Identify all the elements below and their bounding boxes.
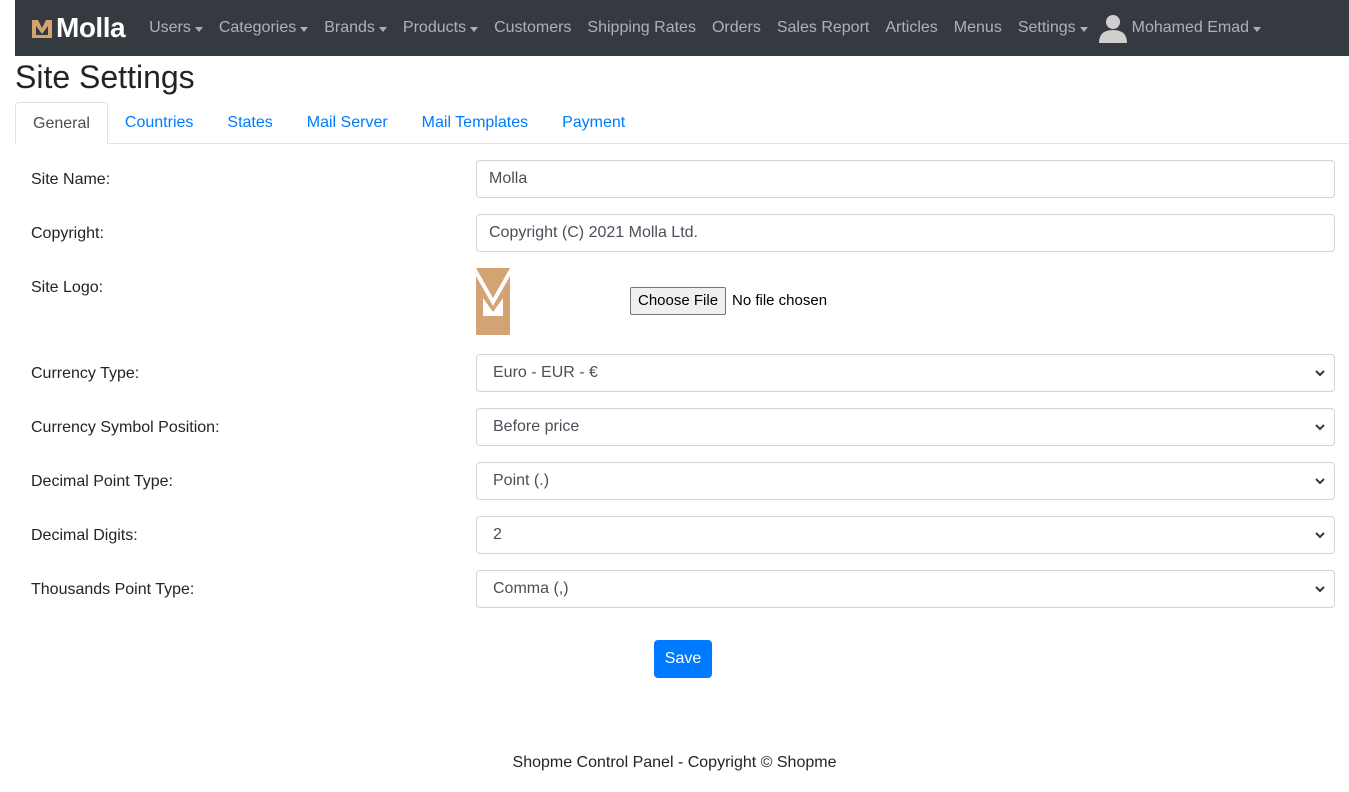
thousands-point-label: Thousands Point Type: bbox=[31, 581, 195, 598]
nav-menus-label: Menus bbox=[953, 19, 1002, 36]
nav-articles[interactable]: Articles bbox=[877, 19, 945, 37]
thousands-point-value: Comma (,) bbox=[493, 580, 569, 597]
molla-logo-icon bbox=[32, 20, 52, 38]
chevron-down-icon bbox=[1315, 478, 1325, 485]
brand-link[interactable]: Molla bbox=[31, 12, 126, 44]
page-title: Site Settings bbox=[15, 59, 195, 95]
nav-orders-label: Orders bbox=[711, 19, 761, 36]
decimal-digits-label: Decimal Digits: bbox=[31, 527, 138, 544]
copyright-label: Copyright: bbox=[31, 225, 104, 242]
currency-type-label: Currency Type: bbox=[31, 365, 140, 382]
nav-sales-report-label: Sales Report bbox=[776, 19, 870, 36]
nav-settings[interactable]: Settings bbox=[1010, 19, 1096, 37]
tab-countries[interactable]: Countries bbox=[108, 102, 210, 143]
caret-down-icon bbox=[1253, 26, 1262, 32]
nav-products-label: Products bbox=[402, 19, 467, 36]
decimal-point-select[interactable]: Point (.) bbox=[476, 462, 1335, 500]
thousands-point-select[interactable]: Comma (,) bbox=[476, 570, 1335, 608]
site-name-label: Site Name: bbox=[31, 171, 111, 188]
site-logo-row: Site Logo: Choose File No file chosen bbox=[31, 268, 1335, 335]
currency-type-value: Euro - EUR - € bbox=[493, 364, 598, 381]
symbol-position-label: Currency Symbol Position: bbox=[31, 419, 220, 436]
decimal-point-value: Point (.) bbox=[493, 472, 550, 489]
choose-file-button[interactable]: Choose File bbox=[630, 287, 727, 315]
tab-general[interactable]: General bbox=[15, 102, 108, 144]
symbol-position-value: Before price bbox=[493, 418, 580, 435]
nav-products[interactable]: Products bbox=[395, 19, 486, 37]
nav-categories[interactable]: Categories bbox=[211, 19, 316, 37]
settings-tabs: General Countries States Mail Server Mai… bbox=[15, 102, 1349, 144]
decimal-digits-value: 2 bbox=[493, 526, 502, 543]
tab-mail-server[interactable]: Mail Server bbox=[290, 102, 405, 143]
chevron-down-icon bbox=[1315, 424, 1325, 431]
nav-customers[interactable]: Customers bbox=[486, 19, 579, 37]
nav-shipping-rates-label: Shipping Rates bbox=[587, 19, 696, 36]
brand-name: Molla bbox=[56, 12, 126, 43]
top-navbar: Molla Users Categories Brands Products C… bbox=[15, 0, 1349, 56]
caret-down-icon bbox=[470, 26, 479, 32]
chevron-down-icon bbox=[1315, 586, 1325, 593]
thousands-point-row: Thousands Point Type: Comma (,) bbox=[31, 570, 1335, 608]
tab-states[interactable]: States bbox=[210, 102, 289, 143]
nav-shipping-rates[interactable]: Shipping Rates bbox=[579, 19, 704, 37]
site-logo-preview bbox=[476, 268, 510, 335]
user-avatar-icon bbox=[1098, 15, 1127, 43]
symbol-position-row: Currency Symbol Position: Before price bbox=[31, 408, 1335, 446]
caret-down-icon bbox=[1079, 26, 1088, 32]
save-button[interactable]: Save bbox=[654, 640, 712, 678]
nav-brands-label: Brands bbox=[324, 19, 375, 36]
caret-down-icon bbox=[300, 26, 309, 32]
nav-settings-label: Settings bbox=[1017, 19, 1076, 36]
decimal-digits-select[interactable]: 2 bbox=[476, 516, 1335, 554]
nav-categories-label: Categories bbox=[218, 19, 297, 36]
nav-user-menu[interactable]: Mohamed Emad bbox=[1096, 13, 1269, 43]
site-name-input[interactable]: Molla bbox=[476, 160, 1335, 198]
tab-mail-templates[interactable]: Mail Templates bbox=[405, 102, 545, 143]
tab-payment[interactable]: Payment bbox=[545, 102, 642, 143]
file-status: No file chosen bbox=[732, 292, 828, 309]
nav-users[interactable]: Users bbox=[141, 19, 211, 37]
nav-users-label: Users bbox=[149, 19, 191, 36]
copyright-row: Copyright: Copyright (C) 2021 Molla Ltd. bbox=[31, 214, 1335, 252]
site-name-row: Site Name: Molla bbox=[31, 160, 1335, 198]
chevron-down-icon bbox=[1315, 370, 1325, 377]
user-name: Mohamed Emad bbox=[1131, 19, 1250, 36]
site-logo-label: Site Logo: bbox=[31, 279, 104, 296]
decimal-point-row: Decimal Point Type: Point (.) bbox=[31, 462, 1335, 500]
decimal-digits-row: Decimal Digits: 2 bbox=[31, 516, 1335, 554]
copyright-input[interactable]: Copyright (C) 2021 Molla Ltd. bbox=[476, 214, 1335, 252]
nav-customers-label: Customers bbox=[494, 19, 572, 36]
footer-text: Shopme Control Panel - Copyright © Shopm… bbox=[512, 754, 837, 771]
currency-type-row: Currency Type: Euro - EUR - € bbox=[31, 354, 1335, 392]
caret-down-icon bbox=[378, 26, 387, 32]
decimal-point-label: Decimal Point Type: bbox=[31, 473, 173, 490]
caret-down-icon bbox=[194, 26, 203, 32]
chevron-down-icon bbox=[1315, 532, 1325, 539]
currency-type-select[interactable]: Euro - EUR - € bbox=[476, 354, 1335, 392]
nav-orders[interactable]: Orders bbox=[704, 19, 769, 37]
nav-menus[interactable]: Menus bbox=[946, 19, 1010, 37]
nav-brands[interactable]: Brands bbox=[316, 19, 395, 37]
nav-articles-label: Articles bbox=[885, 19, 938, 36]
nav-sales-report[interactable]: Sales Report bbox=[769, 19, 878, 37]
symbol-position-select[interactable]: Before price bbox=[476, 408, 1335, 446]
